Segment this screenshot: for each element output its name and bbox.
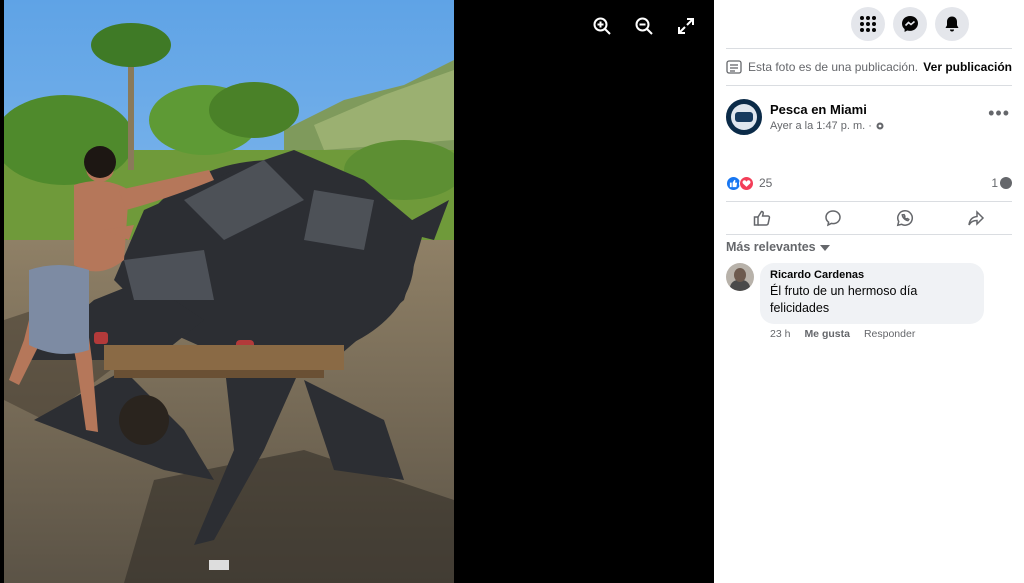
comment-reply-button[interactable]: Responder [864, 328, 915, 340]
comment-sort-dropdown[interactable]: Más relevantes [726, 240, 830, 254]
photo-viewer [0, 0, 714, 583]
sort-label: Más relevantes [726, 240, 816, 254]
post-side-panel: Esta foto es de una publicación. Ver pub… [714, 0, 1024, 583]
page-avatar[interactable] [726, 99, 762, 135]
comment-count[interactable]: 1 [991, 176, 1012, 190]
comment-bubble: Ricardo Cardenas Él fruto de un hermoso … [760, 263, 984, 324]
top-navigation [714, 0, 1024, 48]
like-icon [753, 209, 771, 227]
zoom-out-icon[interactable] [634, 16, 654, 36]
post-actions [726, 201, 1012, 235]
share-icon [967, 209, 985, 227]
comment-bubble-icon [1000, 177, 1012, 189]
more-options-button[interactable]: ••• [988, 104, 1010, 122]
love-reaction-icon [739, 175, 754, 191]
comment-time[interactable]: 23 h [770, 328, 790, 340]
post-photo[interactable] [4, 0, 454, 583]
comment-item: Ricardo Cardenas Él fruto de un hermoso … [726, 263, 994, 340]
comment-icon [824, 209, 842, 227]
document-icon [726, 60, 742, 74]
share-button[interactable] [941, 202, 1013, 234]
comment-like-button[interactable]: Me gusta [804, 328, 850, 340]
like-button[interactable] [726, 202, 798, 234]
caret-down-icon [819, 245, 830, 251]
zoom-in-icon[interactable] [592, 16, 612, 36]
gear-icon [875, 121, 885, 131]
view-post-link[interactable]: Ver publicación [923, 60, 1012, 74]
post-time[interactable]: Ayer a la 1:47 p. m. · [770, 120, 872, 132]
comment-text: Él fruto de un hermoso día felicidades [770, 284, 918, 315]
comment-author[interactable]: Ricardo Cardenas [770, 269, 974, 281]
menu-grid-icon[interactable] [851, 7, 885, 41]
page-name[interactable]: Pesca en Miami [770, 102, 885, 117]
notice-text: Esta foto es de una publicación. [748, 60, 919, 74]
reaction-bar: 25 1 [726, 174, 1012, 192]
comment-button[interactable] [798, 202, 870, 234]
commenter-avatar[interactable] [726, 263, 754, 291]
bell-icon[interactable] [935, 7, 969, 41]
fullscreen-icon[interactable] [676, 16, 696, 36]
post-notice: Esta foto es de una publicación. Ver pub… [714, 49, 1024, 85]
whatsapp-share-button[interactable] [869, 202, 941, 234]
messenger-icon[interactable] [893, 7, 927, 41]
post-header: Pesca en Miami Ayer a la 1:47 p. m. · ••… [714, 86, 1024, 148]
whatsapp-icon [896, 209, 914, 227]
reaction-count[interactable]: 25 [759, 176, 772, 190]
